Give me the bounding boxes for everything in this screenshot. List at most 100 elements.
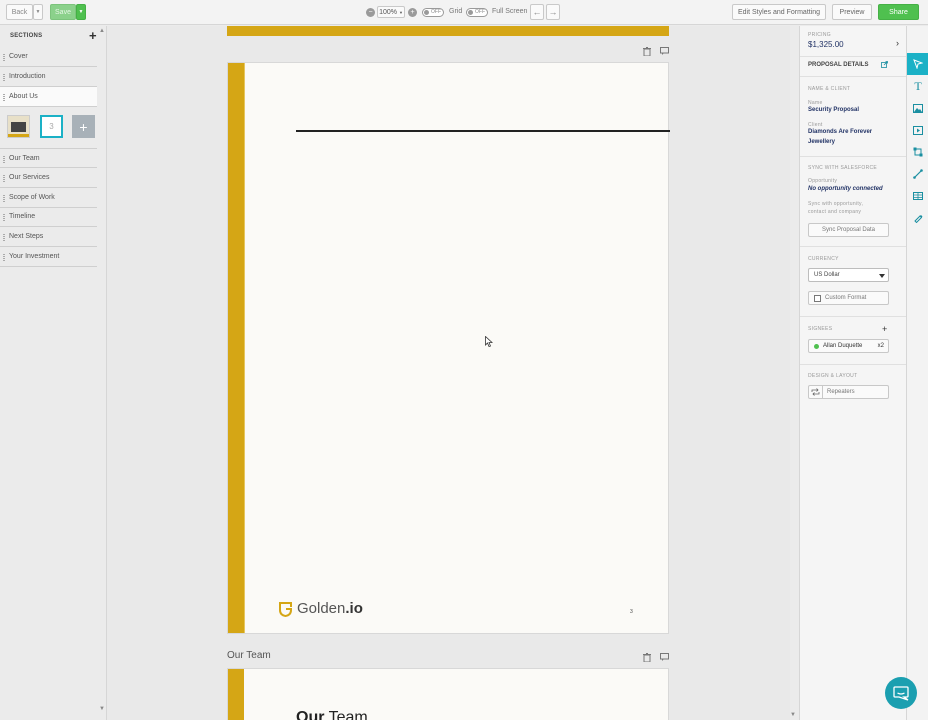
drag-handle-icon[interactable] [3, 234, 5, 241]
divider [800, 156, 907, 157]
chat-support-button[interactable] [885, 677, 917, 709]
sidebar-item-our-services[interactable]: Our Services [0, 168, 97, 188]
select-tool-icon[interactable] [907, 53, 928, 75]
save-dropdown-button[interactable]: ▼ [76, 4, 86, 20]
client-value-line2[interactable]: Jewellery [808, 139, 835, 145]
drag-handle-icon[interactable] [3, 195, 5, 202]
drag-handle-icon[interactable] [3, 74, 5, 81]
heading-regular-part: Team [324, 709, 368, 720]
preview-button[interactable]: Preview [832, 4, 872, 20]
drag-handle-icon[interactable] [3, 156, 5, 163]
top-toolbar: Back ▼ Save ▼ − 100% ▼ + OFF Grid OFF Fu… [0, 0, 928, 25]
custom-format-checkbox[interactable] [814, 294, 821, 302]
signee-name: Allan Duquette [823, 343, 863, 349]
line-tool-icon[interactable] [907, 163, 928, 185]
external-link-icon[interactable] [881, 61, 888, 70]
sidebar-item-your-investment[interactable]: Your Investment [0, 247, 97, 267]
drag-handle-icon[interactable] [3, 54, 5, 61]
grid-toggle[interactable]: OFF [422, 8, 444, 17]
video-tool-icon[interactable] [907, 119, 928, 141]
undo-button[interactable]: ← [530, 4, 544, 20]
sidebar-item-about-us[interactable]: About Us [0, 87, 97, 107]
zoom-in-icon[interactable]: + [408, 8, 417, 17]
signee-count: x2 [877, 343, 884, 349]
sidebar-item-scope-of-work[interactable]: Scope of Work [0, 188, 97, 208]
name-value[interactable]: Security Proposal [808, 107, 859, 113]
text-tool-icon[interactable]: T [907, 75, 928, 97]
sections-header: SECTIONS [10, 33, 43, 39]
client-label: Client [808, 122, 823, 128]
trash-icon[interactable] [643, 47, 651, 58]
drag-handle-icon[interactable] [3, 214, 5, 221]
currency-select[interactable]: US Dollar [808, 268, 889, 282]
opportunity-label: Opportunity [808, 178, 838, 184]
sidebar-item-label: Next Steps [9, 233, 44, 240]
scroll-down-icon[interactable]: ▼ [99, 706, 105, 712]
comment-icon[interactable] [660, 653, 669, 663]
page-gold-bar [228, 63, 244, 633]
sidebar-item-label: Our Services [9, 174, 50, 181]
repeaters-button[interactable]: Repeaters [808, 385, 889, 399]
golden-logo[interactable]: Golden.io [278, 600, 363, 617]
proposal-page-our-team[interactable]: Our Team [227, 668, 669, 720]
page-thumbnail-selected[interactable]: 3 [40, 115, 63, 138]
sidebar-item-our-team[interactable]: Our Team [0, 148, 97, 168]
zoom-select[interactable]: 100% ▼ [377, 6, 405, 18]
mouse-cursor-icon [485, 335, 494, 349]
chevron-right-icon[interactable]: › [896, 38, 899, 48]
status-dot-icon [814, 343, 819, 349]
previous-page-footer [227, 26, 669, 36]
shape-tool-icon[interactable] [907, 141, 928, 163]
sidebar-item-label: Scope of Work [9, 194, 55, 201]
sync-hint-line2: contact and company [808, 209, 862, 215]
sidebar-item-label: Timeline [9, 213, 36, 220]
page-horizontal-rule[interactable] [296, 130, 670, 132]
chat-icon [893, 685, 909, 701]
drag-handle-icon[interactable] [3, 254, 5, 261]
zoom-out-icon[interactable]: − [366, 8, 375, 17]
page-number: 3 [630, 609, 633, 615]
divider [800, 246, 907, 247]
sidebar-item-timeline[interactable]: Timeline [0, 207, 97, 227]
signature-tool-icon[interactable] [907, 207, 928, 229]
chevron-down-icon: ▼ [35, 9, 41, 15]
sync-hint-line1: Sync with opportunity, [808, 201, 864, 207]
add-page-button[interactable]: + [72, 115, 95, 138]
back-dropdown-button[interactable]: ▼ [33, 4, 43, 20]
drag-handle-icon[interactable] [3, 94, 5, 101]
custom-format-checkbox-row[interactable]: Custom Format [808, 291, 889, 305]
comment-icon[interactable] [660, 47, 669, 57]
save-button[interactable]: Save [50, 4, 76, 20]
add-signee-icon[interactable]: + [882, 324, 887, 334]
sidebar-item-next-steps[interactable]: Next Steps [0, 227, 97, 247]
trash-icon[interactable] [643, 653, 651, 664]
scroll-down-icon[interactable]: ▼ [790, 712, 796, 718]
chevron-down-icon: ▼ [398, 9, 403, 15]
redo-button[interactable]: → [546, 4, 560, 20]
currency-header: CURRENCY [808, 256, 839, 262]
toggle-state: OFF [431, 9, 441, 15]
proposal-details-header: PROPOSAL DETAILS [808, 62, 869, 68]
sync-proposal-data-button[interactable]: Sync Proposal Data [808, 223, 889, 237]
edit-styles-button[interactable]: Edit Styles and Formatting [732, 4, 826, 20]
section-title-our-team: Our Team [227, 650, 271, 661]
page-heading[interactable]: Our Team [296, 709, 368, 720]
add-section-icon[interactable]: + [89, 28, 97, 43]
proposal-page[interactable]: Golden.io 3 [227, 62, 670, 634]
thumbnail-bar [8, 134, 29, 137]
scroll-up-icon[interactable]: ▲ [99, 28, 105, 34]
sections-sidebar: SECTIONS + Cover Introduction About Us 3… [0, 26, 107, 720]
signee-row[interactable]: Allan Duquette x2 [808, 339, 889, 353]
image-tool-icon[interactable] [907, 97, 928, 119]
fullscreen-toggle[interactable]: OFF [466, 8, 488, 17]
client-value-line1[interactable]: Diamonds Are Forever [808, 129, 872, 135]
back-button[interactable]: Back [6, 4, 33, 20]
share-button[interactable]: Share [878, 4, 919, 20]
sidebar-item-cover[interactable]: Cover [0, 47, 97, 67]
table-tool-icon[interactable] [907, 185, 928, 207]
drag-handle-icon[interactable] [3, 175, 5, 182]
page-thumbnail[interactable] [7, 115, 30, 138]
sidebar-item-label: Introduction [9, 73, 46, 80]
sync-salesforce-header: SYNC WITH SALESFORCE [808, 165, 878, 171]
sidebar-item-introduction[interactable]: Introduction [0, 67, 97, 87]
